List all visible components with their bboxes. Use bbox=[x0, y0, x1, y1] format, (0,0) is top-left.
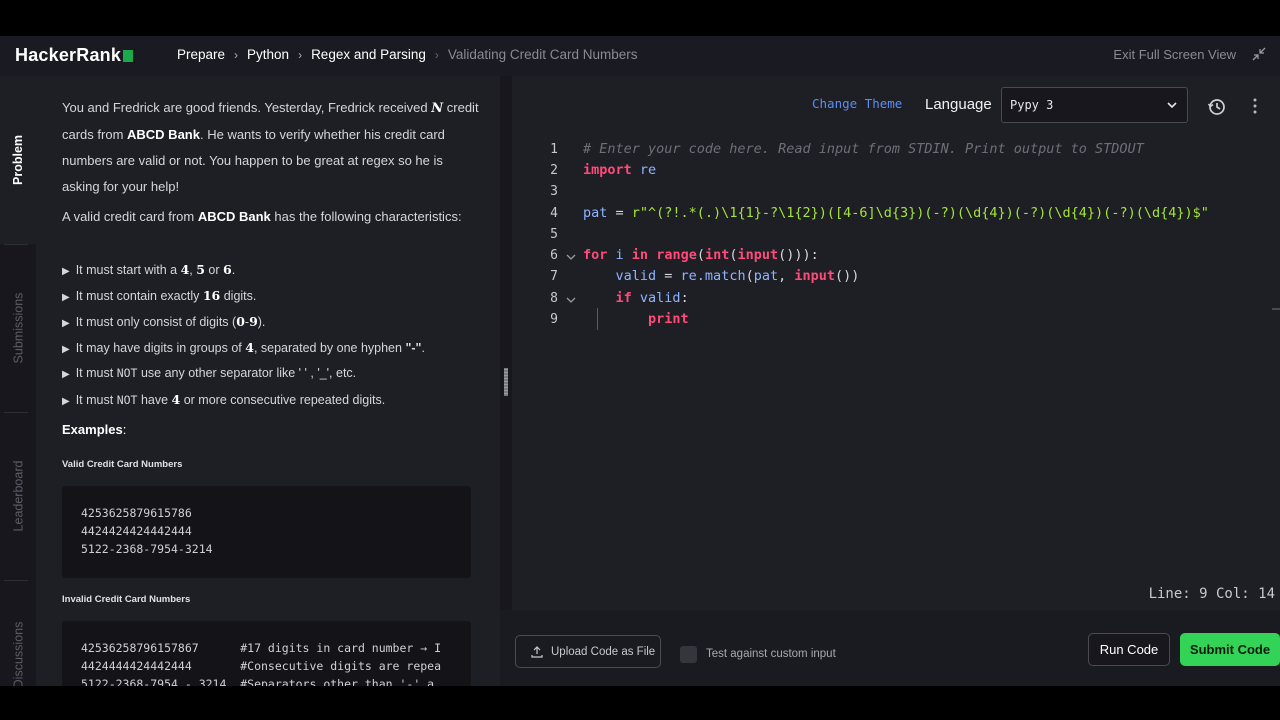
example-line: 4424424424442444 bbox=[81, 524, 192, 538]
invalid-numbers-heading: Invalid Credit Card Numbers bbox=[62, 594, 191, 605]
top-navigation: HackerRank Prepare › Python › Regex and … bbox=[0, 36, 1280, 76]
drag-handle-icon[interactable] bbox=[504, 368, 508, 396]
custom-input-checkbox[interactable] bbox=[680, 646, 697, 663]
triangle-bullet-icon: ▶ bbox=[62, 344, 70, 355]
tab-problem[interactable]: Problem bbox=[0, 76, 36, 244]
example-line: 4253625879615786 bbox=[81, 506, 192, 520]
change-theme-link[interactable]: Change Theme bbox=[812, 96, 902, 111]
fold-chevron-icon[interactable] bbox=[565, 251, 577, 263]
line-number: 7 bbox=[550, 269, 558, 284]
fold-chevron-icon[interactable] bbox=[565, 294, 577, 306]
examples-heading: Examples: bbox=[62, 422, 127, 437]
panel-resizer[interactable] bbox=[500, 76, 512, 686]
code-line-7: valid = re.match(pat, input()) bbox=[615, 268, 860, 284]
breadcrumb-regex[interactable]: Regex and Parsing bbox=[311, 47, 426, 62]
problem-statement: You and Fredrick are good friends. Yeste… bbox=[36, 76, 500, 686]
code-line-2: import re bbox=[583, 162, 657, 178]
cursor-position: Line: 9 Col: 14 bbox=[1148, 586, 1275, 602]
example-line: 5122-2368-7954 - 3214 #Separators other … bbox=[81, 677, 435, 686]
line-number: 6 bbox=[550, 248, 558, 263]
example-line: 5122-2368-7954-3214 bbox=[81, 542, 213, 556]
tab-submissions[interactable]: Submissions bbox=[0, 244, 36, 412]
line-number: 5 bbox=[550, 227, 558, 242]
breadcrumb-current: Validating Credit Card Numbers bbox=[447, 47, 638, 62]
breadcrumb-prepare[interactable]: Prepare bbox=[177, 47, 225, 62]
rule-item: ▶ It must start with a 4, 5 or 6. bbox=[62, 262, 236, 277]
rule-item: ▶ It must NOT use any other separator lik… bbox=[62, 366, 357, 380]
triangle-bullet-icon: ▶ bbox=[62, 318, 70, 329]
breadcrumb: Prepare › Python › Regex and Parsing › V… bbox=[177, 47, 637, 62]
line-number: 9 bbox=[550, 312, 558, 327]
exit-fullscreen-icon[interactable] bbox=[1252, 47, 1266, 61]
triangle-bullet-icon: ▶ bbox=[62, 292, 70, 303]
triangle-bullet-icon: ▶ bbox=[62, 369, 70, 380]
rule-item: ▶ It may have digits in groups of 4, sepa… bbox=[62, 340, 425, 355]
editor-footer: Upload Code as File Test against custom … bbox=[500, 610, 1280, 686]
code-editor[interactable]: Change Theme Language Pypy 3 1 2 3 4 5 6… bbox=[512, 76, 1280, 610]
upload-code-button[interactable]: Upload Code as File bbox=[515, 635, 661, 668]
line-number: 8 bbox=[550, 291, 558, 306]
example-line: 42536258796157867 #17 digits in card num… bbox=[81, 641, 442, 655]
workspace: Problem Submissions Leaderboard Discussi… bbox=[0, 76, 1280, 688]
language-select[interactable]: Pypy 3 bbox=[1001, 87, 1188, 123]
indent-guide bbox=[597, 308, 598, 330]
tab-leaderboard[interactable]: Leaderboard bbox=[0, 412, 36, 580]
exit-fullscreen-link[interactable]: Exit Full Screen View bbox=[1113, 47, 1236, 62]
code-line-1: # Enter your code here. Read input from … bbox=[583, 141, 1144, 157]
chevron-down-icon bbox=[1167, 102, 1177, 109]
tab-divider bbox=[4, 580, 28, 581]
letterbox-top bbox=[0, 0, 1280, 36]
custom-input-label[interactable]: Test against custom input bbox=[706, 648, 836, 660]
language-value: Pypy 3 bbox=[1010, 98, 1054, 112]
rule-item: ▶ It must NOT have 4 or more consecutive … bbox=[62, 392, 386, 407]
upload-icon bbox=[531, 645, 543, 658]
line-number: 4 bbox=[550, 206, 558, 221]
code-line-8: if valid: bbox=[615, 290, 689, 306]
breadcrumb-python[interactable]: Python bbox=[247, 47, 289, 62]
triangle-bullet-icon: ▶ bbox=[62, 266, 70, 277]
scrollbar-marker[interactable] bbox=[1272, 308, 1280, 310]
chevron-right-icon: › bbox=[298, 47, 303, 62]
triangle-bullet-icon: ▶ bbox=[62, 396, 70, 407]
hackerrank-logo[interactable]: HackerRank bbox=[15, 45, 134, 66]
code-line-4: pat = r"^(?!.*(.)\1{1}-?\1{2})([4-6]\d{3… bbox=[583, 205, 1209, 221]
logo-block-icon bbox=[123, 49, 134, 62]
line-number: 2 bbox=[550, 163, 558, 178]
valid-card-description: A valid credit card from ABCD Bank has t… bbox=[62, 209, 462, 224]
rule-item: ▶ It must contain exactly 16 digits. bbox=[62, 288, 257, 303]
side-tab-bar: Problem Submissions Leaderboard Discussi… bbox=[0, 76, 36, 688]
chevron-right-icon: › bbox=[234, 47, 239, 62]
language-label: Language bbox=[925, 96, 992, 113]
code-line-6: for i in range(int(input())): bbox=[583, 247, 819, 263]
line-number: 3 bbox=[550, 184, 558, 199]
rule-item: ▶ It must only consist of digits (0-9). bbox=[62, 314, 266, 329]
invalid-numbers-block: 42536258796157867 #17 digits in card num… bbox=[62, 621, 471, 686]
submit-code-button[interactable]: Submit Code bbox=[1180, 633, 1280, 666]
history-icon[interactable] bbox=[1207, 97, 1227, 117]
chevron-right-icon: › bbox=[434, 47, 439, 62]
valid-numbers-block: 4253625879615786 4424424424442444 5122-2… bbox=[62, 486, 471, 578]
upload-label: Upload Code as File bbox=[551, 645, 656, 658]
line-number: 1 bbox=[550, 142, 558, 157]
problem-intro: You and Fredrick are good friends. Yeste… bbox=[62, 100, 479, 194]
letterbox-bottom bbox=[0, 686, 1280, 720]
run-code-button[interactable]: Run Code bbox=[1088, 633, 1170, 666]
more-options-icon[interactable] bbox=[1253, 98, 1257, 114]
code-line-9: print bbox=[648, 311, 689, 327]
example-line: 4424444424442444 #Consecutive digits are… bbox=[81, 659, 442, 673]
valid-numbers-heading: Valid Credit Card Numbers bbox=[62, 459, 183, 470]
